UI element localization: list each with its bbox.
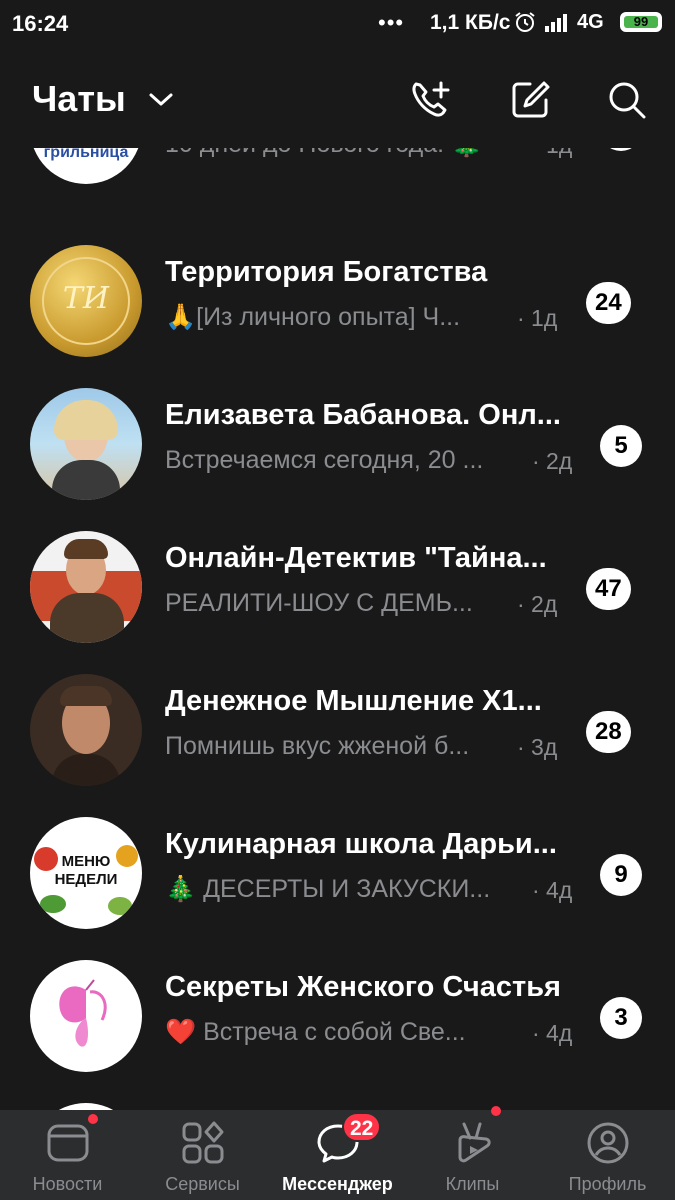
chat-row[interactable]: Секреты Женского Счастья ❤️ Встреча с со… [0,945,675,1088]
avatar: грильница [30,148,142,184]
nav-label: Профиль [568,1174,647,1194]
chat-preview: 🙏[Из личного опыта] Ч... [165,303,461,331]
nav-label: Клипы [445,1174,500,1194]
messenger-badge: 22 [342,1112,382,1142]
status-network: 4G [577,11,604,33]
status-dots: ••• [378,10,405,35]
butterfly-icon [59,979,107,1047]
avatar-text: ТИ [62,281,110,316]
profile-icon [585,1120,631,1166]
chat-list[interactable]: грильница 10 дней до Нового года! 🎄 · 1д… [0,148,675,1110]
chat-time: · 3д [517,734,558,760]
chevron-down-icon[interactable] [148,92,174,113]
chat-time: · 4д [532,877,573,903]
nav-messenger[interactable]: 22 Мессенджер [270,1110,405,1200]
nav-label: Сервисы [165,1174,240,1194]
avatar [30,960,142,1072]
chat-title: Кулинарная школа Дарьи... [165,828,557,860]
nav-profile[interactable]: Профиль [540,1110,675,1200]
chat-row[interactable]: ТИ Территория Богатства 🙏[Из личного опы… [0,230,675,373]
chat-preview: Помнишь вкус жженой б... [165,732,470,760]
avatar: ТИ [30,245,142,357]
chat-title: Территория Богатства [165,256,488,288]
nav-clips[interactable]: Клипы [405,1106,540,1200]
unread-badge: 47 [586,568,631,610]
signal-icon [545,12,573,37]
chat-title: Секреты Женского Счастья [165,971,561,1003]
avatar-text: грильница [43,148,129,161]
add-call-icon[interactable] [408,78,452,122]
status-time: 16:24 [12,11,69,36]
nav-label: Новости [32,1174,103,1194]
chat-title: Онлайн-Детектив "Тайна... [165,542,547,574]
battery-level: 99 [633,14,649,29]
unread-badge: 5 [600,425,642,467]
chat-time: · 2д [532,448,573,474]
chat-row[interactable]: Денежное Мышление X1... Помнишь вкус жже… [0,659,675,802]
chat-preview: ❤️ Встреча с собой Све... [165,1018,466,1046]
avatar [30,1103,142,1110]
unread-badge: 28 [586,711,631,753]
chat-row[interactable]: грильница 10 дней до Нового года! 🎄 · 1д… [0,148,675,200]
avatar [30,531,142,643]
status-speed: 1,1 КБ/с [430,11,511,34]
avatar: МЕНЮ НЕДЕЛИ [30,817,142,929]
avatar [30,674,142,786]
chat-preview: Встречаемся сегодня, 20 ... [165,446,484,474]
chat-title: Денежное Мышление X1... [165,685,542,717]
clips-icon [450,1120,496,1166]
chat-row[interactable] [0,1088,675,1110]
unread-badge: 5 [600,148,642,151]
notification-dot [88,1114,98,1124]
chat-row[interactable]: МЕНЮ НЕДЕЛИ Кулинарная школа Дарьи... 🎄 … [0,802,675,945]
nav-news[interactable]: Новости [0,1110,135,1200]
search-icon[interactable] [605,78,649,122]
news-icon [45,1120,91,1166]
battery-icon: 99 [620,12,662,32]
nav-services[interactable]: Сервисы [135,1110,270,1200]
unread-badge: 3 [600,997,642,1039]
chats-header: Чаты [0,52,675,148]
chat-preview: 10 дней до Нового года! 🎄 [165,148,505,159]
nav-label: Мессенджер [282,1174,393,1194]
services-icon [180,1120,226,1166]
alarm-icon [513,10,537,39]
chat-time: · 4д [532,1020,573,1046]
compose-icon[interactable] [508,78,552,122]
chat-preview: 🎄 ДЕСЕРТЫ И ЗАКУСКИ... [165,875,491,903]
bottom-navigation: Новости Сервисы 22 Мессенджер Клипы Проф… [0,1106,675,1200]
page-title[interactable]: Чаты [32,78,126,120]
chat-time: · 1д [517,305,558,331]
avatar-text: МЕНЮ НЕДЕЛИ [54,853,118,888]
chat-row[interactable]: Онлайн-Детектив "Тайна... РЕАЛИТИ-ШОУ С … [0,516,675,659]
chat-time: · 1д [532,148,572,159]
unread-badge: 24 [586,282,631,324]
chat-time: · 2д [517,591,558,617]
unread-badge: 9 [600,854,642,896]
avatar [30,388,142,500]
chat-row[interactable]: Елизавета Бабанова. Онл... Встречаемся с… [0,373,675,516]
status-bar: 16:24 ••• 1,1 КБ/с 4G 99 [0,0,675,52]
notification-dot [491,1106,501,1116]
chat-preview: РЕАЛИТИ-ШОУ С ДЕМЬ... [165,589,473,617]
chat-title: Елизавета Бабанова. Онл... [165,399,561,431]
